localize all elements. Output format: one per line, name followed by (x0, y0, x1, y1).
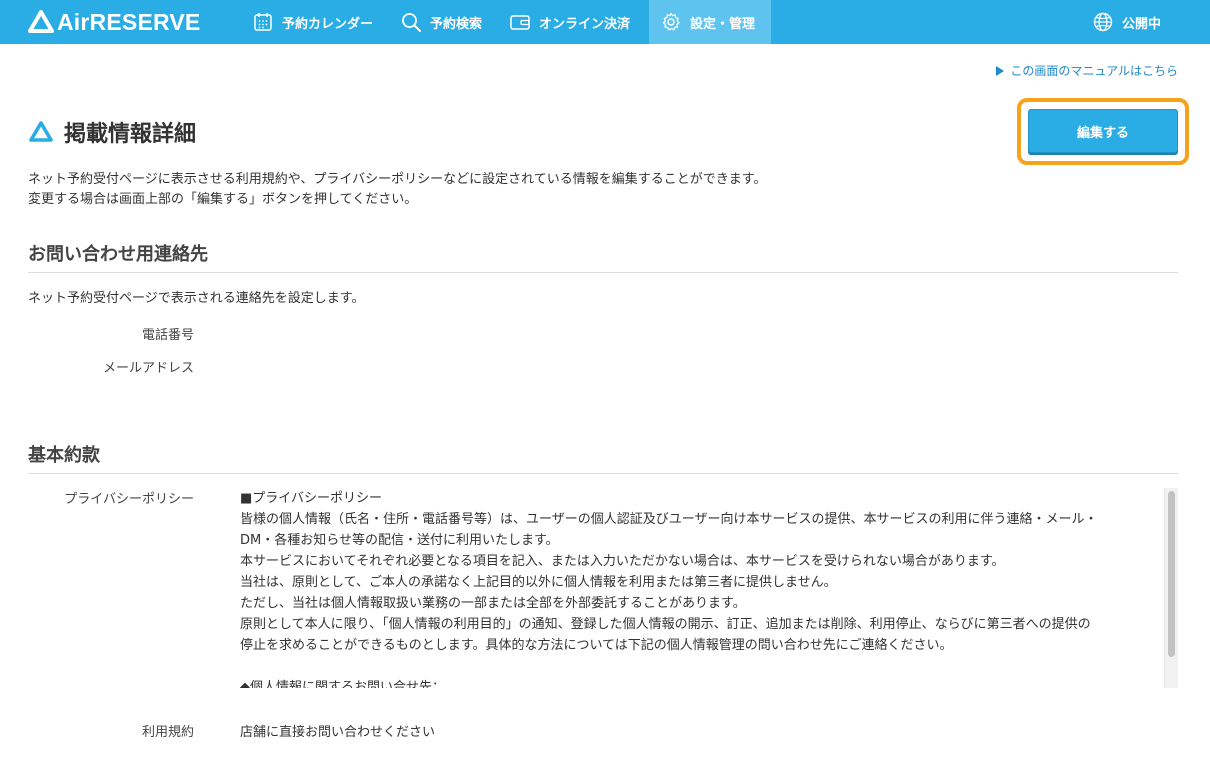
policy-line (240, 656, 1164, 677)
calendar-icon (254, 13, 272, 31)
policy-line: 皆様の個人情報（氏名・住所・電話番号等）は、ユーザーの個人認証及びユーザー向け本… (240, 512, 1098, 527)
privacy-policy-scroll-box[interactable]: ■プライバシーポリシー 皆様の個人情報（氏名・住所・電話番号等）は、ユーザーの個… (240, 488, 1178, 688)
triangle-logo-icon (29, 121, 53, 142)
manual-link-label: この画面のマニュアルはこちら (1010, 64, 1178, 78)
policy-line: 原則として本人に限り、「個人情報の利用目的」の通知、登録した個人情報の開示、訂正… (240, 617, 1091, 632)
airreserve-logo[interactable]: AirRESERVE (27, 8, 200, 36)
wallet-icon (510, 15, 530, 30)
page-description-line: ネット予約受付ページに表示させる利用規約や、プライバシーポリシーなどに設定されて… (28, 172, 767, 187)
nav-calendar-label: 予約カレンダー (282, 16, 374, 32)
page-description-line: 変更する場合は画面上部の「編集する」ボタンを押してください。 (28, 192, 418, 207)
globe-icon (1093, 12, 1113, 32)
terms-of-use-label: 利用規約 (141, 725, 194, 740)
policy-scrollbar[interactable] (1164, 488, 1178, 688)
policy-scrollbar-thumb[interactable] (1168, 491, 1175, 657)
nav-search-label: 予約検索 (430, 16, 483, 32)
page-title: 掲載情報詳細 (64, 122, 197, 147)
manual-link[interactable]: この画面のマニュアルはこちら (996, 62, 1178, 79)
policy-line: 本サービスにおいてそれぞれ必要となる項目を記入、または入力いただかない場合は、本… (240, 554, 1005, 569)
privacy-policy-label: プライバシーポリシー (64, 492, 194, 507)
section-heading-contact: お問い合わせ用連絡先 (28, 240, 1178, 273)
search-icon (402, 13, 421, 32)
nav-settings-label: 設定・管理 (690, 16, 756, 32)
phone-label: 電話番号 (141, 328, 194, 343)
logo-text: AirRESERVE (57, 8, 201, 35)
page-title-area: 掲載情報詳細 (28, 116, 196, 148)
top-navigation-bar: AirRESERVE 予約カレンダー 予約検索 オンライン決済 設定・管理 公開… (0, 0, 1210, 44)
policy-line: 停止を求めることができるものとします。具体的な方法については下記の個人情報管理の… (240, 638, 953, 653)
triangle-logo-icon (28, 10, 54, 33)
policy-line: ■プライバシーポリシー (240, 491, 383, 506)
policy-line: ただし、当社は個人情報取扱い業務の一部または全部を外部委託することがあります。 (240, 596, 746, 611)
gear-icon (662, 12, 680, 31)
public-status-label: 公開中 (1122, 16, 1162, 32)
nav-payment-label: オンライン決済 (539, 16, 631, 32)
policy-line: DM・各種お知らせ等の配信・送付に利用いたします。 (240, 533, 559, 548)
edit-button[interactable]: 編集する (1028, 109, 1178, 153)
nav-reservation-calendar[interactable]: 予約カレンダー (242, 0, 384, 44)
nav-settings-management[interactable]: 設定・管理 (649, 0, 771, 44)
play-triangle-icon (996, 65, 1005, 76)
email-label: メールアドレス (102, 361, 194, 376)
nav-reservation-search[interactable]: 予約検索 (390, 0, 500, 44)
nav-online-payment[interactable]: オンライン決済 (499, 0, 647, 44)
section-heading-terms: 基本約款 (28, 441, 1178, 474)
public-status-toggle[interactable]: 公開中 (1082, 0, 1182, 44)
privacy-policy-text: ■プライバシーポリシー 皆様の個人情報（氏名・住所・電話番号等）は、ユーザーの個… (240, 488, 1164, 688)
contact-description: ネット予約受付ページで表示される連絡先を設定します。 (28, 291, 365, 306)
policy-line: ◆個人情報に関するお問い合せ先： (240, 680, 445, 688)
terms-of-use-value: 店舗に直接お問い合わせください (240, 725, 436, 740)
policy-line: 当社は、原則として、ご本人の承諾なく上記目的以外に個人情報を利用または第三者に提… (240, 575, 837, 590)
